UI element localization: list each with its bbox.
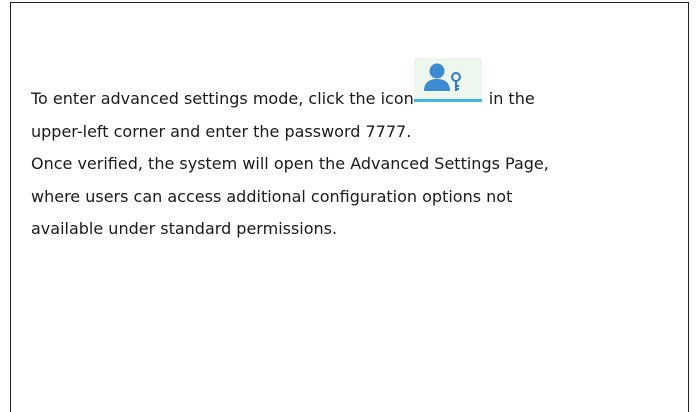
user-key-icon: [413, 58, 482, 102]
instruction-line-2: upper-left corner and enter the password…: [31, 121, 412, 141]
instruction-line-1: To enter advanced settings mode, click t…: [31, 58, 671, 116]
instruction-line-4: where users can access additional config…: [31, 186, 513, 206]
line-1-before-icon: To enter advanced settings mode, click t…: [31, 89, 414, 108]
instruction-paragraph: To enter advanced settings mode, click t…: [31, 58, 671, 246]
instruction-line-3: Once verified, the system will open the …: [31, 154, 549, 173]
advanced-settings-icon-inline: [413, 58, 482, 104]
instruction-line-5: available under standard permissions.: [31, 219, 338, 238]
line-1-after-icon: in the: [488, 89, 535, 108]
